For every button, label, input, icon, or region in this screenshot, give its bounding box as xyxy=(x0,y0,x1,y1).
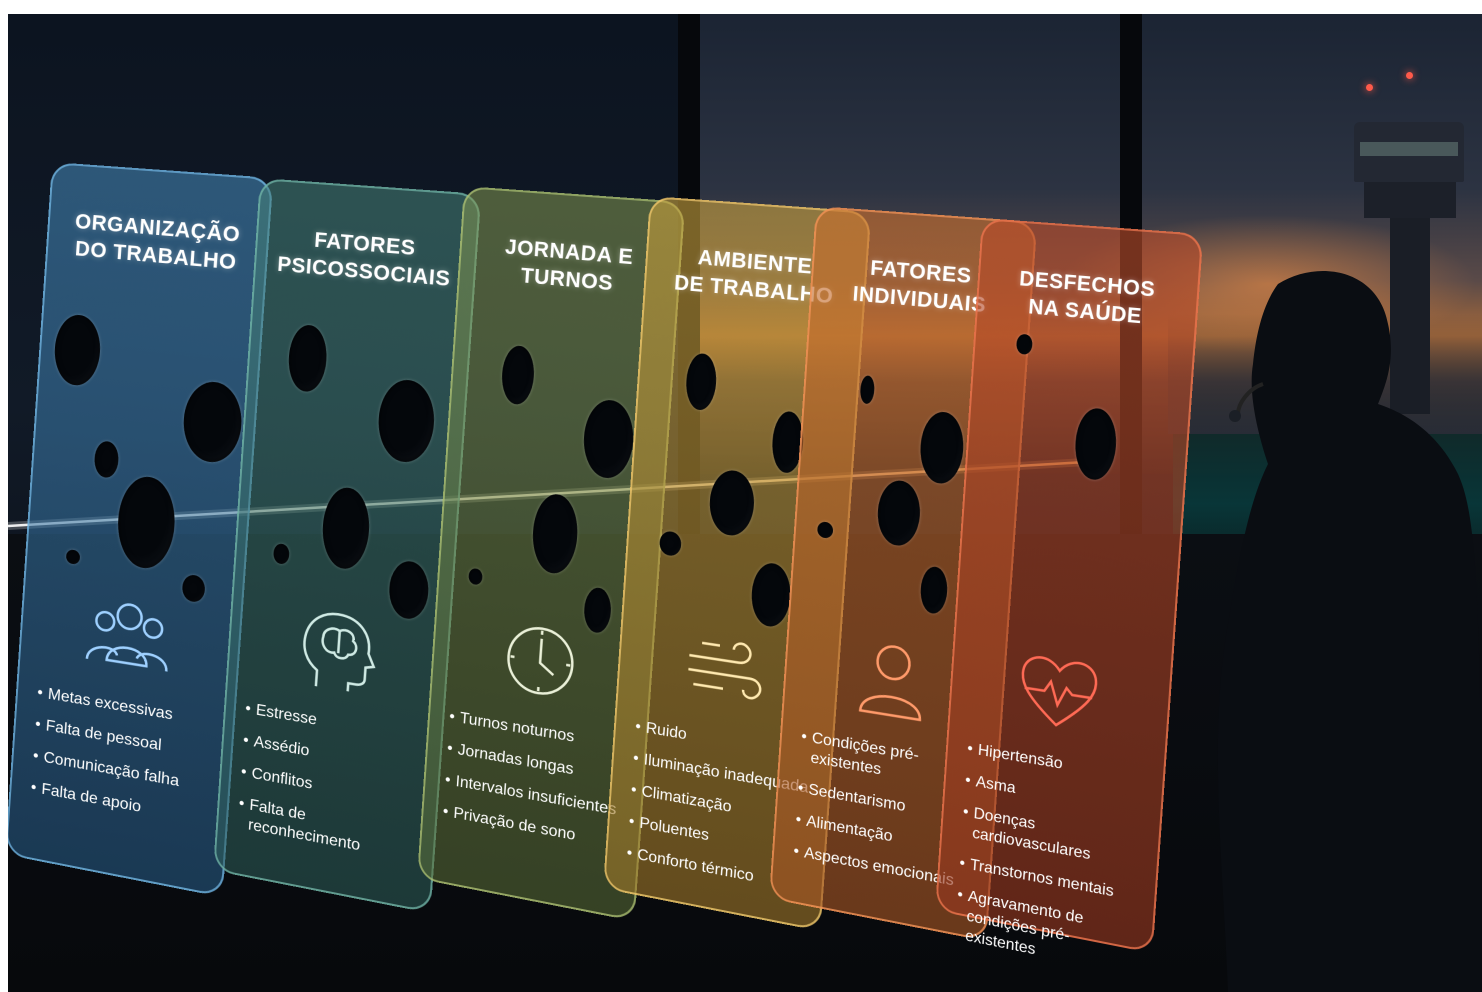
tower-light-right xyxy=(1406,72,1413,79)
cheese-hole xyxy=(320,484,372,572)
cheese-hole xyxy=(918,409,966,486)
heart-pulse-icon xyxy=(1008,636,1110,747)
cheese-hole xyxy=(658,530,682,557)
person-icon xyxy=(842,624,944,735)
brain-head-icon xyxy=(286,596,388,707)
illustration-scene: ORGANIZAÇÃODO TRABALHO Metas excessivasFa… xyxy=(8,14,1482,992)
cheese-hole xyxy=(272,542,290,565)
cheese-hole xyxy=(684,352,718,412)
cheese-hole xyxy=(816,521,834,539)
team-people-icon xyxy=(78,580,180,691)
cheese-hole xyxy=(749,560,793,630)
panel-title: ORGANIZAÇÃO DO TRABALHO xyxy=(47,206,268,279)
cheese-hole xyxy=(181,379,245,466)
cheese-hole xyxy=(707,468,757,539)
cheese-hole xyxy=(468,567,483,586)
wind-icon xyxy=(676,614,778,725)
cheese-hole xyxy=(286,323,329,394)
clock-icon xyxy=(490,604,592,715)
cheese-hole xyxy=(581,397,636,481)
panel-title: FATORES PSICOSSOCIAIS xyxy=(255,222,476,295)
tower-light-left xyxy=(1366,84,1373,91)
cheese-hole xyxy=(115,473,178,572)
cheese-hole xyxy=(375,377,437,466)
cheese-hole xyxy=(919,565,949,616)
cheese-hole xyxy=(859,375,876,405)
cheese-hole xyxy=(181,573,206,604)
cheese-hole xyxy=(530,491,580,577)
panel-title: DESFECHOS NA SAÚDE xyxy=(977,262,1198,335)
panel-item-list: HipertensãoAsmaDoenças cardiovascularesT… xyxy=(953,739,1153,992)
cheese-hole xyxy=(93,439,120,480)
cheese-hole xyxy=(52,312,103,388)
panel-item-list: EstresseAssédioConflitosFalta de reconhe… xyxy=(236,699,431,880)
cheese-hole xyxy=(1073,406,1119,482)
control-tower-base xyxy=(1364,182,1456,218)
controller-silhouette xyxy=(1217,271,1482,992)
panel-item-list: Metas excessivasFalta de pessoalComunica… xyxy=(29,683,223,844)
control-tower-windows xyxy=(1360,142,1458,156)
cheese-hole xyxy=(500,344,536,406)
cheese-hole xyxy=(875,478,923,549)
cheese-hole xyxy=(65,549,81,565)
cheese-hole xyxy=(387,558,431,622)
cheese-hole xyxy=(1015,333,1033,356)
